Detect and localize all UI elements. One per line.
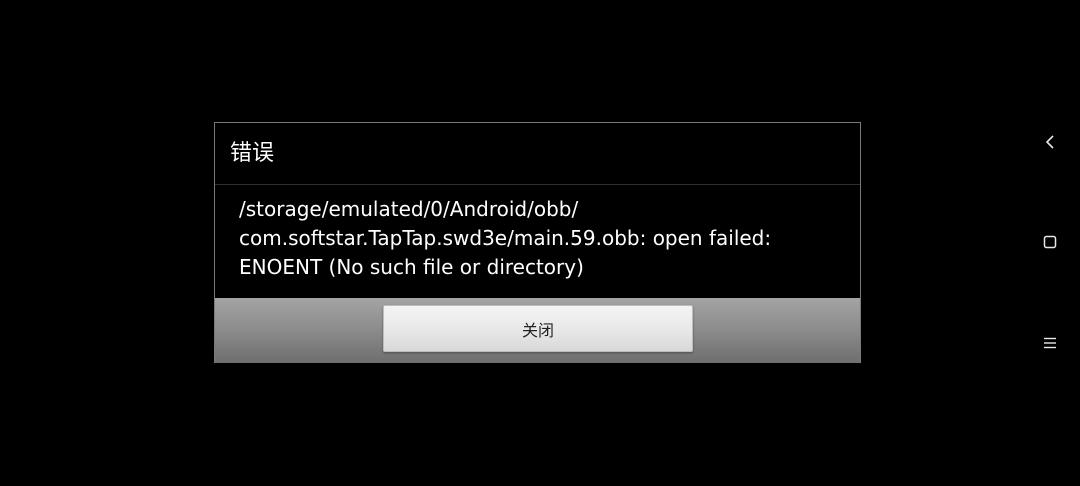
error-dialog: 错误 /storage/emulated/0/Android/obb/ com.… (214, 122, 861, 363)
dialog-title: 错误 (230, 141, 275, 166)
screen: 错误 错误 /storage/emulated/0/Android/obb/ c… (0, 0, 1080, 486)
dialog-footer: 关闭 (215, 298, 860, 363)
error-message: /storage/emulated/0/Android/obb/ com.sof… (239, 197, 772, 279)
navigation-bar (1026, 0, 1080, 486)
menu-icon (1044, 337, 1056, 349)
menu-button[interactable] (1038, 331, 1062, 355)
close-button[interactable]: 关闭 (383, 305, 693, 352)
dialog-title-bar: 错误 (215, 123, 860, 185)
home-icon (1043, 235, 1057, 249)
home-button[interactable] (1038, 230, 1062, 254)
back-button[interactable] (1038, 130, 1062, 154)
back-icon (1045, 135, 1054, 149)
